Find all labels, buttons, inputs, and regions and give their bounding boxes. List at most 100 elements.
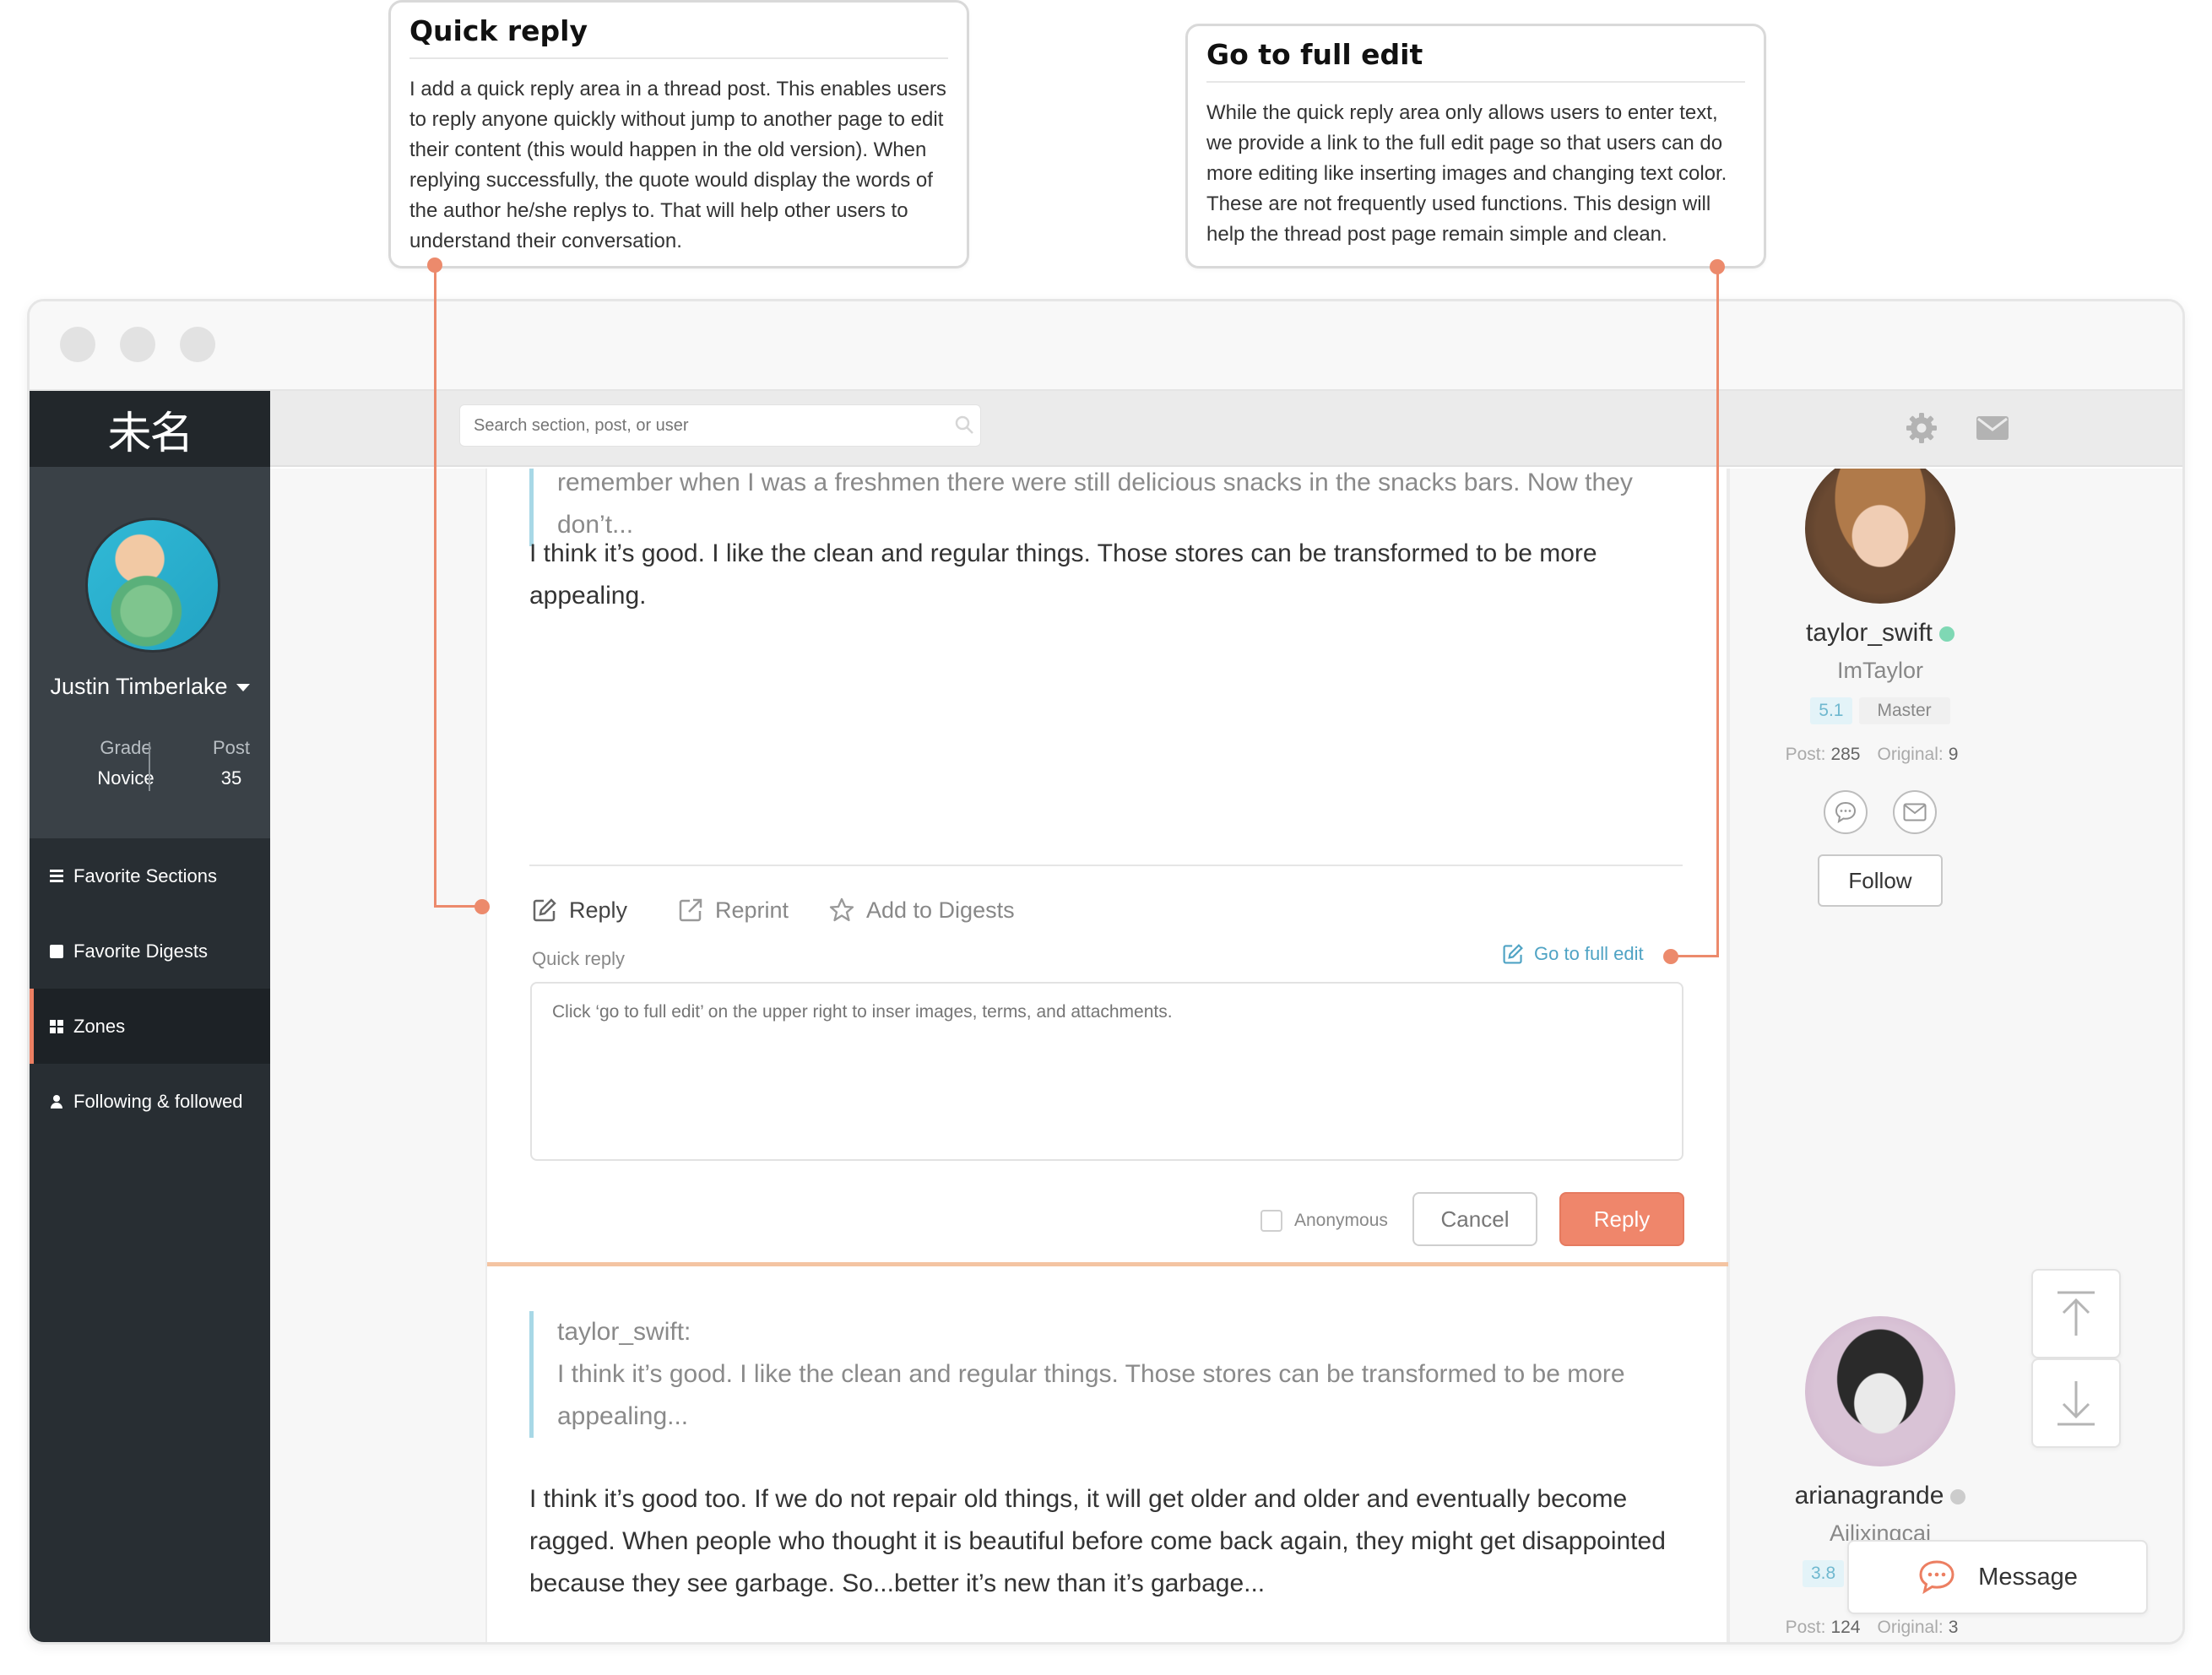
connector-dot (427, 257, 442, 273)
author-contact-buttons (1728, 790, 2032, 834)
author-nickname: ImTaylor (1836, 658, 1923, 683)
author-name-row[interactable]: taylor_swift (1728, 619, 2032, 648)
post-stat: Post 35 (181, 737, 282, 789)
user-icon (50, 1094, 63, 1109)
go-to-full-edit-link[interactable]: Go to full edit (1502, 943, 1644, 965)
scroll-to-top-button[interactable] (2031, 1269, 2121, 1358)
anonymous-checkbox[interactable] (1261, 1210, 1282, 1232)
author-stats: Post: 285 Original: 9 (1728, 745, 2032, 765)
sidebar-item-label: Favorite Digests (73, 940, 208, 962)
reply-button[interactable]: Reply (1559, 1192, 1684, 1246)
full-edit-connector (1672, 955, 1719, 957)
message-button[interactable]: Message (1847, 1540, 2148, 1614)
quote-line: appealing... (557, 1402, 689, 1430)
reprint-label: Reprint (715, 897, 789, 923)
thread-content: remember when I was a freshmen there wer… (270, 469, 2182, 1642)
arrow-up-icon (2057, 1291, 2095, 1336)
user-menu[interactable]: Justin Timberlake (30, 674, 270, 700)
window-zoom-control[interactable] (180, 327, 215, 362)
sidebar-item-label: Zones (73, 1015, 126, 1037)
connector-dot (474, 899, 490, 914)
post-separator (487, 1262, 1730, 1266)
sidebar-item-label: Following & followed (73, 1090, 243, 1112)
top-bar (270, 391, 2182, 467)
callout-body: While the quick reply area only allows u… (1206, 101, 1727, 246)
post-count-label: Post: (1785, 745, 1826, 764)
chat-bubble-icon (1919, 1560, 1954, 1595)
quote-author: taylor_swift: (557, 1318, 691, 1346)
reprint-action[interactable]: Reprint (678, 895, 789, 925)
list-icon (50, 869, 63, 883)
full-edit-callout: Go to full edit While the quick reply ar… (1185, 24, 1766, 268)
quoted-reply: taylor_swift: I think it’s good. I like … (529, 1311, 1644, 1438)
post-body: I think it’s good. I like the clean and … (529, 539, 1597, 610)
follow-button[interactable]: Follow (1818, 854, 1943, 907)
mail-icon[interactable] (1976, 416, 2009, 440)
online-status-dot (1939, 626, 1955, 642)
author-name-row[interactable]: arianagrande (1728, 1482, 2032, 1510)
mail-button[interactable] (1893, 790, 1937, 834)
message-label: Message (1978, 1563, 2078, 1591)
scroll-to-bottom-button[interactable] (2031, 1358, 2121, 1448)
original-count-label: Original: (1877, 1618, 1944, 1637)
edit-icon (533, 898, 556, 922)
post-count-label: Post: (1785, 1618, 1826, 1637)
window-close-control[interactable] (60, 327, 95, 362)
connector-dot (1663, 949, 1678, 964)
grade-badge: 3.8 (1803, 1560, 1845, 1587)
avatar[interactable] (85, 518, 220, 653)
caret-down-icon (236, 684, 250, 692)
title-badge: Master (1858, 697, 1950, 724)
user-name: Justin Timberlake (50, 674, 228, 699)
original-count: 3 (1948, 1618, 1959, 1637)
add-to-digests-action[interactable]: Add to Digests (829, 895, 1015, 925)
connector-dot (1710, 259, 1725, 274)
reply-label: Reply (569, 897, 628, 923)
divider (529, 865, 1683, 866)
chat-bubble-icon (1835, 801, 1857, 824)
book-icon (50, 944, 63, 958)
sidebar-item-following[interactable]: Following & followed (30, 1064, 270, 1139)
sidebar-item-favorite-sections[interactable]: Favorite Sections (30, 838, 270, 913)
cancel-button[interactable]: Cancel (1412, 1192, 1537, 1246)
search-icon[interactable] (954, 415, 974, 435)
callout-title: Go to full edit (1206, 38, 1745, 83)
gear-icon[interactable] (1905, 411, 1938, 445)
offline-status-dot (1950, 1489, 1966, 1505)
avatar[interactable] (1805, 1316, 1955, 1466)
full-edit-connector (1716, 267, 1719, 957)
sidebar-item-zones[interactable]: Zones (30, 989, 270, 1064)
anonymous-label: Anonymous (1294, 1211, 1388, 1230)
post-label: Post (212, 737, 251, 758)
site-logo[interactable]: 未名 (30, 391, 270, 467)
envelope-icon (1903, 803, 1927, 821)
grade-value: Novice (97, 767, 155, 789)
author-badges: 5.1 Master (1728, 697, 2032, 724)
star-icon (829, 897, 854, 922)
reply-action[interactable]: Reply (532, 895, 627, 925)
post-body: I think it’s good too. If we do not repa… (529, 1485, 1666, 1597)
author-card: taylor_swift ImTaylor 5.1 Master Post: 28… (1728, 469, 2032, 907)
author-name: arianagrande (1794, 1482, 1944, 1510)
grid-icon (50, 1019, 63, 1033)
sidebar-item-favorite-digests[interactable]: Favorite Digests (30, 913, 270, 989)
quick-reply-connector (434, 265, 436, 908)
post-count: 124 (1830, 1618, 1861, 1637)
stat-divider (149, 742, 150, 791)
original-count: 9 (1948, 745, 1959, 764)
chat-button[interactable] (1824, 790, 1868, 834)
sidebar-item-label: Favorite Sections (73, 865, 217, 886)
search-input[interactable] (459, 404, 981, 447)
original-count-label: Original: (1877, 745, 1944, 764)
browser-window: 未名 Justin Timberlake Grade Novice Post 3… (27, 299, 2185, 1645)
post-value: 35 (220, 767, 242, 789)
sidebar: 未名 Justin Timberlake Grade Novice Post 3… (30, 391, 270, 1642)
author-name: taylor_swift (1805, 619, 1933, 647)
avatar[interactable] (1805, 469, 1955, 604)
quick-reply-textarea[interactable] (530, 982, 1683, 1161)
window-minimize-control[interactable] (120, 327, 155, 362)
author-stats: Post: 124 Original: 3 (1728, 1618, 2032, 1638)
callout-body: I add a quick reply area in a thread pos… (409, 78, 946, 252)
quick-reply-label: Quick reply (532, 948, 626, 969)
arrow-down-icon (2057, 1381, 2095, 1426)
